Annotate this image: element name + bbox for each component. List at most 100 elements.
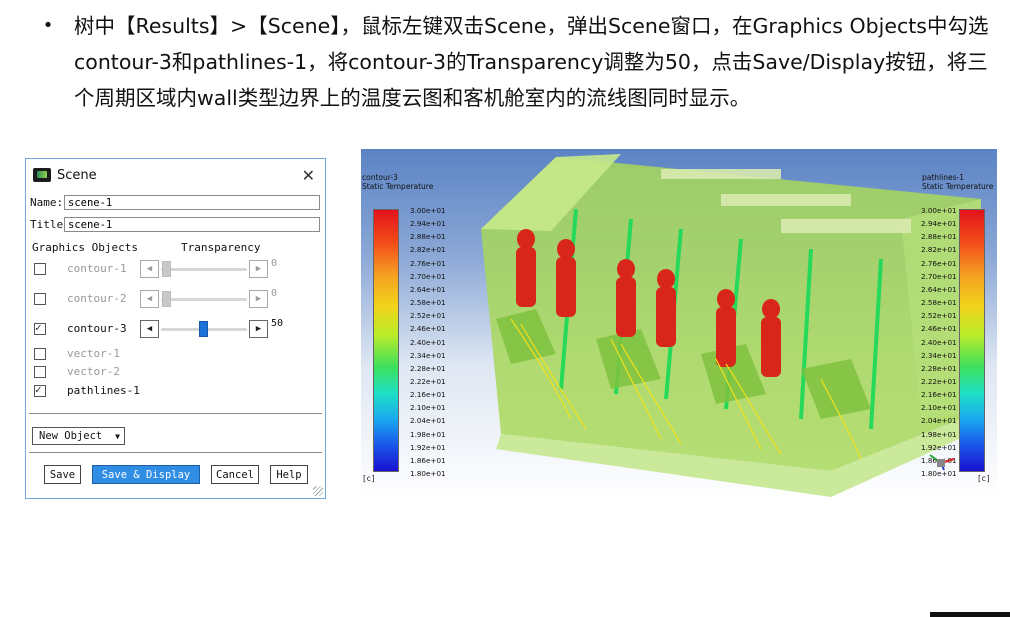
left-colorbar <box>373 209 399 472</box>
object-label-vector-1: vector-1 <box>67 347 120 360</box>
instruction-paragraph: • 树中【Results】>【Scene】，鼠标左键双击Scene，弹出Scen… <box>43 8 993 116</box>
colorbar-tick-label: 2.64e+01 <box>921 284 957 294</box>
slider-right-arrow-icon[interactable]: ▶ <box>249 290 268 308</box>
cabin-render <box>481 154 981 497</box>
colorbar-tick-label: 2.58e+01 <box>410 298 446 308</box>
title-input[interactable] <box>64 217 320 232</box>
divider <box>29 452 322 453</box>
colorbar-tick-label: 2.52e+01 <box>921 311 957 321</box>
transparency-value: 0 <box>271 287 278 299</box>
graphics-viewport[interactable]: contour-3 Static Temperature 3.00e+01 2.9… <box>361 149 997 500</box>
colorbar-tick-label: 2.76e+01 <box>921 258 957 268</box>
colorbar-tick-label: 2.34e+01 <box>921 350 957 360</box>
colorbar-tick-label: 2.70e+01 <box>410 271 446 281</box>
right-colorbar-unit: [c] <box>977 474 991 483</box>
colorbar-tick-label: 2.82e+01 <box>410 245 446 255</box>
dialog-titlebar[interactable]: Scene ✕ <box>26 159 325 191</box>
colorbar-tick-label: 2.34e+01 <box>410 350 446 360</box>
object-label-contour-2: contour-2 <box>67 292 127 305</box>
new-object-label: New Object <box>39 430 103 442</box>
colorbar-tick-label: 2.76e+01 <box>410 258 446 268</box>
slider-right-arrow-icon[interactable]: ▶ <box>249 260 268 278</box>
colorbar-tick-label: 1.80e+01 <box>410 469 446 478</box>
divider <box>29 413 322 414</box>
right-legend-caption: pathlines-1 Static Temperature <box>922 173 993 191</box>
colorbar-tick-label: 1.92e+01 <box>410 442 446 452</box>
slider-thumb[interactable] <box>162 291 171 307</box>
slide-footer-bar <box>930 612 1010 617</box>
colorbar-tick-label: 2.22e+01 <box>921 376 957 386</box>
slider-left-arrow-icon[interactable]: ◀ <box>140 260 159 278</box>
title-label: Title: <box>30 218 70 231</box>
object-row-contour-1: contour-1 <box>34 260 127 278</box>
object-label-vector-2: vector-2 <box>67 365 120 378</box>
colorbar-tick-label: 2.52e+01 <box>410 311 446 321</box>
transparency-header: Transparency <box>181 241 261 254</box>
colorbar-tick-label: 2.16e+01 <box>921 390 957 400</box>
help-button[interactable]: Help <box>270 465 308 484</box>
checkbox-pathlines-1[interactable] <box>34 383 46 397</box>
transparency-slider-contour-2: ◀ ▶ 0 <box>140 287 278 308</box>
checkbox-vector-1[interactable] <box>34 348 46 360</box>
right-legend-subtitle: Static Temperature <box>922 182 994 191</box>
colorbar-tick-label: 3.00e+01 <box>921 206 957 215</box>
checkbox-contour-1[interactable] <box>34 263 46 275</box>
colorbar-tick-label: 1.86e+01 <box>410 455 446 465</box>
colorbar-tick-label: 2.64e+01 <box>410 284 446 294</box>
slider-right-arrow-icon[interactable]: ▶ <box>249 320 268 338</box>
instruction-text: 树中【Results】>【Scene】，鼠标左键双击Scene，弹出Scene窗… <box>74 14 989 110</box>
bullet-marker: • <box>42 15 54 36</box>
checkbox-vector-2[interactable] <box>34 366 46 378</box>
slider-left-arrow-icon[interactable]: ◀ <box>140 320 159 338</box>
right-legend-title: pathlines-1 <box>922 173 964 182</box>
checkbox-contour-3[interactable] <box>34 321 46 335</box>
name-label: Name: <box>30 196 64 209</box>
colorbar-tick-label: 2.94e+01 <box>921 219 957 229</box>
object-row-pathlines-1: pathlines-1 <box>34 382 140 400</box>
save-button[interactable]: Save <box>44 465 81 484</box>
slider-track[interactable] <box>159 260 249 278</box>
slider-track[interactable] <box>159 320 249 338</box>
scene-app-icon <box>33 168 51 182</box>
save-display-button[interactable]: Save & Display <box>92 465 200 484</box>
object-row-contour-3: contour-3 <box>34 320 127 338</box>
object-label-pathlines-1: pathlines-1 <box>67 384 140 397</box>
slider-left-arrow-icon[interactable]: ◀ <box>140 290 159 308</box>
new-object-dropdown[interactable]: New Object ▼ <box>32 427 125 445</box>
graphics-objects-header: Graphics Objects <box>32 241 138 254</box>
colorbar-tick-label: 2.46e+01 <box>410 324 446 334</box>
colorbar-tick-label: 2.10e+01 <box>410 403 446 413</box>
resize-grip-icon[interactable] <box>313 486 323 496</box>
left-legend-subtitle: Static Temperature <box>362 182 434 191</box>
colorbar-tick-label: 2.70e+01 <box>921 271 957 281</box>
object-row-contour-2: contour-2 <box>34 290 127 308</box>
left-colorbar-unit: [c] <box>362 474 376 483</box>
colorbar-tick-label: 2.40e+01 <box>921 337 957 347</box>
slider-track[interactable] <box>159 290 249 308</box>
colorbar-tick-label: 2.04e+01 <box>410 416 446 426</box>
axis-triad-icon <box>929 454 955 471</box>
chevron-down-icon: ▼ <box>115 431 120 441</box>
checkbox-contour-2[interactable] <box>34 293 46 305</box>
name-row: Name: <box>30 195 320 210</box>
slider-thumb[interactable] <box>162 261 171 277</box>
colorbar-tick-label: 2.28e+01 <box>410 363 446 373</box>
colorbar-tick-label: 1.98e+01 <box>410 429 446 439</box>
transparency-slider-contour-1: ◀ ▶ 0 <box>140 258 277 278</box>
colorbar-tick-label: 2.10e+01 <box>921 403 957 413</box>
title-row: Title: <box>30 217 320 232</box>
colorbar-tick-label: 2.88e+01 <box>921 232 957 242</box>
transparency-slider-contour-3: ◀ ▶ 50 <box>140 318 283 338</box>
object-label-contour-1: contour-1 <box>67 262 127 275</box>
close-icon[interactable]: ✕ <box>302 166 315 185</box>
slider-thumb[interactable] <box>199 321 208 337</box>
object-row-vector-2: vector-2 <box>34 363 120 381</box>
colorbar-tick-label: 2.46e+01 <box>921 324 957 334</box>
colorbar-tick-label: 2.94e+01 <box>410 219 446 229</box>
colorbar-tick-label: 2.58e+01 <box>921 298 957 308</box>
dialog-title: Scene <box>57 167 97 183</box>
colorbar-tick-label: 2.88e+01 <box>410 232 446 242</box>
name-input[interactable] <box>64 195 320 210</box>
colorbar-tick-label: 2.04e+01 <box>921 416 957 426</box>
cancel-button[interactable]: Cancel <box>211 465 259 484</box>
